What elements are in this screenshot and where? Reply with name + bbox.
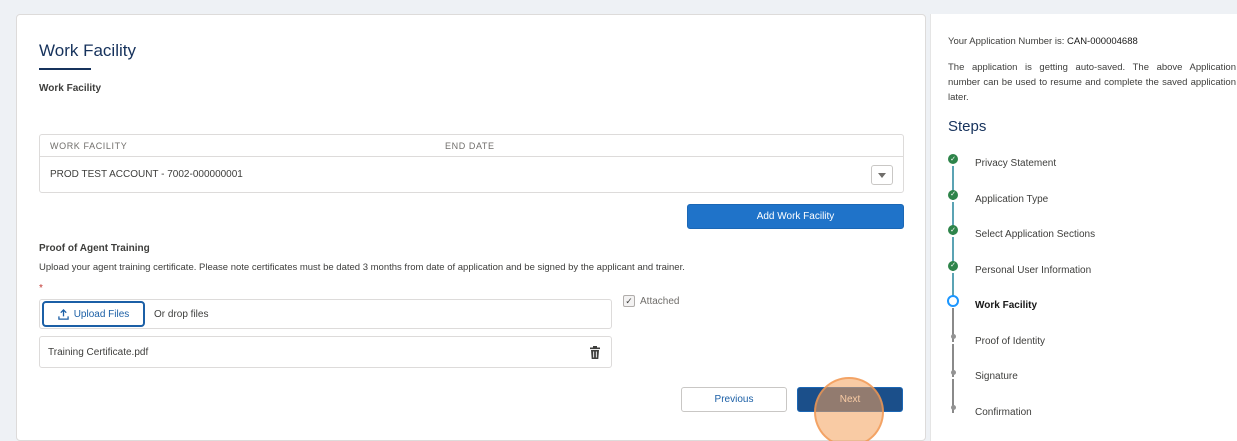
drop-files-hint: Or drop files bbox=[154, 309, 209, 320]
autosave-note: The application is getting auto-saved. T… bbox=[948, 62, 1236, 103]
work-facility-card: Work Facility Work Facility WORK FACILIT… bbox=[16, 14, 926, 441]
step-marker bbox=[947, 331, 959, 343]
application-number: Your Application Number is: CAN-00000468… bbox=[948, 36, 1138, 47]
step-marker: ✓ bbox=[947, 224, 959, 236]
step-marker: ✓ bbox=[947, 189, 959, 201]
step-label: Signature bbox=[975, 371, 1018, 382]
uploaded-file-name: Training Certificate.pdf bbox=[48, 347, 149, 358]
trash-icon[interactable] bbox=[589, 346, 601, 359]
checkbox-checked-icon: ✓ bbox=[623, 295, 635, 307]
step-marker bbox=[947, 402, 959, 414]
upcoming-step-icon bbox=[950, 405, 956, 410]
column-header-work-facility: WORK FACILITY bbox=[50, 141, 128, 151]
upload-files-button[interactable]: Upload Files bbox=[42, 301, 145, 327]
step-label: Select Application Sections bbox=[975, 229, 1096, 240]
step-marker: ✓ bbox=[947, 153, 959, 165]
upload-files-label: Upload Files bbox=[73, 308, 130, 320]
table-row: PROD TEST ACCOUNT - 7002-000000001 bbox=[40, 157, 903, 193]
facility-cell: PROD TEST ACCOUNT - 7002-000000001 bbox=[50, 169, 243, 180]
step-label: Work Facility bbox=[975, 300, 1038, 311]
step-label: Personal User Information bbox=[975, 264, 1092, 276]
step-label: Confirmation bbox=[975, 406, 1032, 418]
application-number-label: Your Application Number is: bbox=[948, 36, 1065, 47]
add-work-facility-button[interactable]: Add Work Facility bbox=[687, 204, 904, 229]
section-subtitle: Work Facility bbox=[39, 83, 102, 94]
file-drop-zone[interactable]: Upload Files Or drop files bbox=[39, 299, 612, 329]
step-marker: ✓ bbox=[947, 260, 959, 272]
step-label: Application Type bbox=[975, 193, 1049, 205]
attached-checkbox[interactable]: ✓ Attached bbox=[623, 295, 679, 307]
chevron-down-icon bbox=[878, 172, 886, 178]
work-facility-table: WORK FACILITY END DATE PROD TEST ACCOUNT… bbox=[39, 134, 904, 193]
check-circle-icon: ✓ bbox=[948, 225, 958, 235]
check-circle-icon: ✓ bbox=[948, 154, 958, 164]
attached-label: Attached bbox=[640, 295, 680, 307]
previous-button[interactable]: Previous bbox=[681, 387, 787, 412]
check-circle-icon: ✓ bbox=[948, 189, 958, 200]
check-circle-icon: ✓ bbox=[948, 260, 958, 271]
next-button[interactable]: Next bbox=[797, 387, 903, 412]
table-header: WORK FACILITY END DATE bbox=[40, 135, 903, 157]
proof-section-title: Proof of Agent Training bbox=[39, 243, 150, 254]
steps-title: Steps bbox=[948, 118, 987, 135]
step-label: Privacy Statement bbox=[975, 158, 1057, 169]
application-sidebar: Your Application Number is: CAN-00000468… bbox=[930, 14, 1237, 441]
title-underline bbox=[39, 68, 91, 70]
step-marker bbox=[947, 366, 959, 378]
uploaded-file-item: Training Certificate.pdf bbox=[39, 336, 612, 368]
upload-icon bbox=[57, 308, 69, 320]
step-marker bbox=[947, 295, 959, 307]
page-title: Work Facility bbox=[39, 41, 136, 60]
current-step-icon bbox=[947, 295, 959, 307]
row-actions-dropdown[interactable] bbox=[871, 165, 893, 185]
step-label: Proof of Identity bbox=[975, 335, 1046, 347]
upcoming-step-icon bbox=[950, 334, 956, 339]
application-number-value: CAN-000004688 bbox=[1067, 36, 1138, 47]
required-indicator: * bbox=[39, 283, 43, 294]
proof-description: Upload your agent training certificate. … bbox=[39, 262, 685, 273]
column-header-end-date: END DATE bbox=[445, 141, 495, 151]
upcoming-step-icon bbox=[950, 369, 956, 375]
